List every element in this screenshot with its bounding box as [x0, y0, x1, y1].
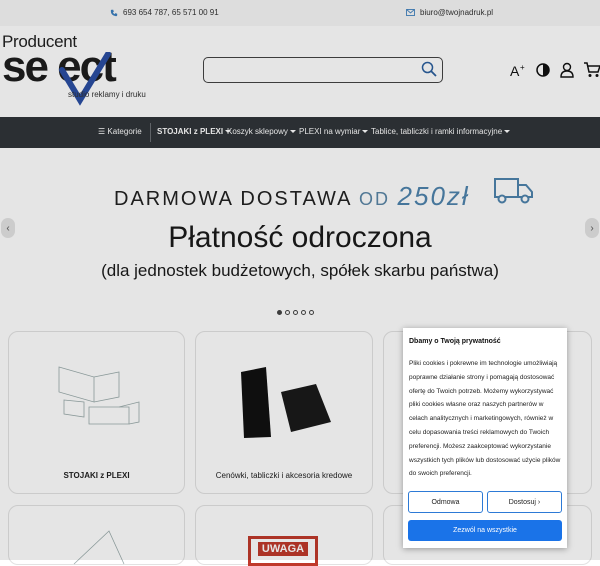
accept-all-button[interactable]: Zezwól na wszystkie — [408, 520, 562, 541]
customize-button[interactable]: Dostosuj › — [487, 491, 562, 513]
cookie-title: Dbamy o Twoją prywatność — [409, 338, 501, 345]
reject-button[interactable]: Odmowa — [408, 491, 483, 513]
cookie-buttons: Odmowa Dostosuj › — [408, 491, 562, 513]
cookie-consent-dialog: Dbamy o Twoją prywatność Pliki cookies i… — [403, 328, 567, 548]
cookie-body: Pliki cookies i pokrewne im technologie … — [409, 360, 561, 478]
